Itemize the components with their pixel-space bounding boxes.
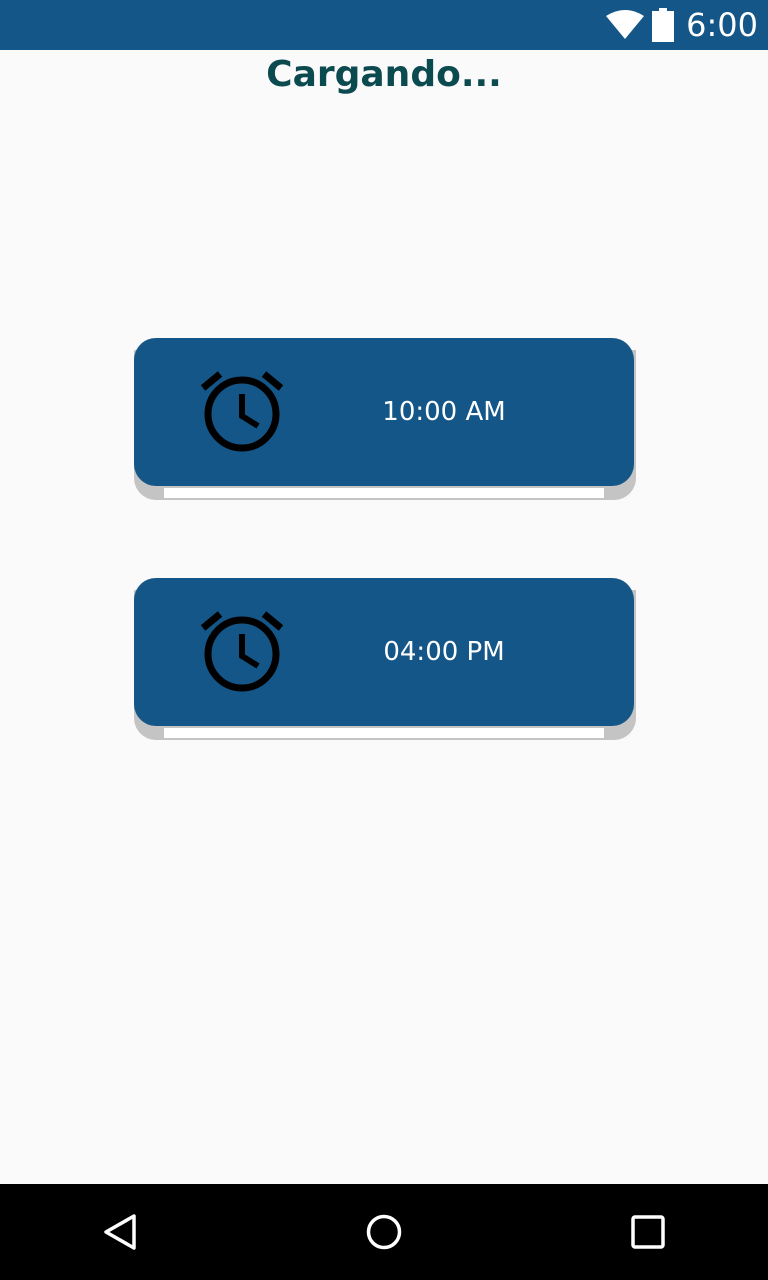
card-shadow-inner [164, 728, 604, 738]
alarm-clock-icon [200, 371, 284, 452]
recents-icon[interactable] [628, 1212, 668, 1252]
status-icons: 6:00 [606, 0, 758, 50]
wifi-icon [606, 10, 645, 39]
navigation-bar [0, 1184, 768, 1280]
alarm-time: 04:00 PM [383, 637, 505, 667]
status-bar: 6:00 [0, 0, 768, 50]
back-icon[interactable] [100, 1212, 140, 1252]
alarm-card-2[interactable]: 04:00 PM [134, 578, 636, 740]
alarm-card-1[interactable]: 10:00 AM [134, 338, 636, 500]
card-shadow-inner [164, 488, 604, 498]
alarm-time: 10:00 AM [382, 397, 506, 427]
home-icon[interactable] [364, 1212, 404, 1252]
alarm-button[interactable]: 04:00 PM [134, 578, 634, 726]
alarm-button[interactable]: 10:00 AM [134, 338, 634, 486]
page-title: Cargando... [266, 54, 502, 95]
status-time: 6:00 [686, 6, 758, 44]
battery-icon [652, 8, 675, 42]
alarm-clock-icon [200, 611, 284, 692]
